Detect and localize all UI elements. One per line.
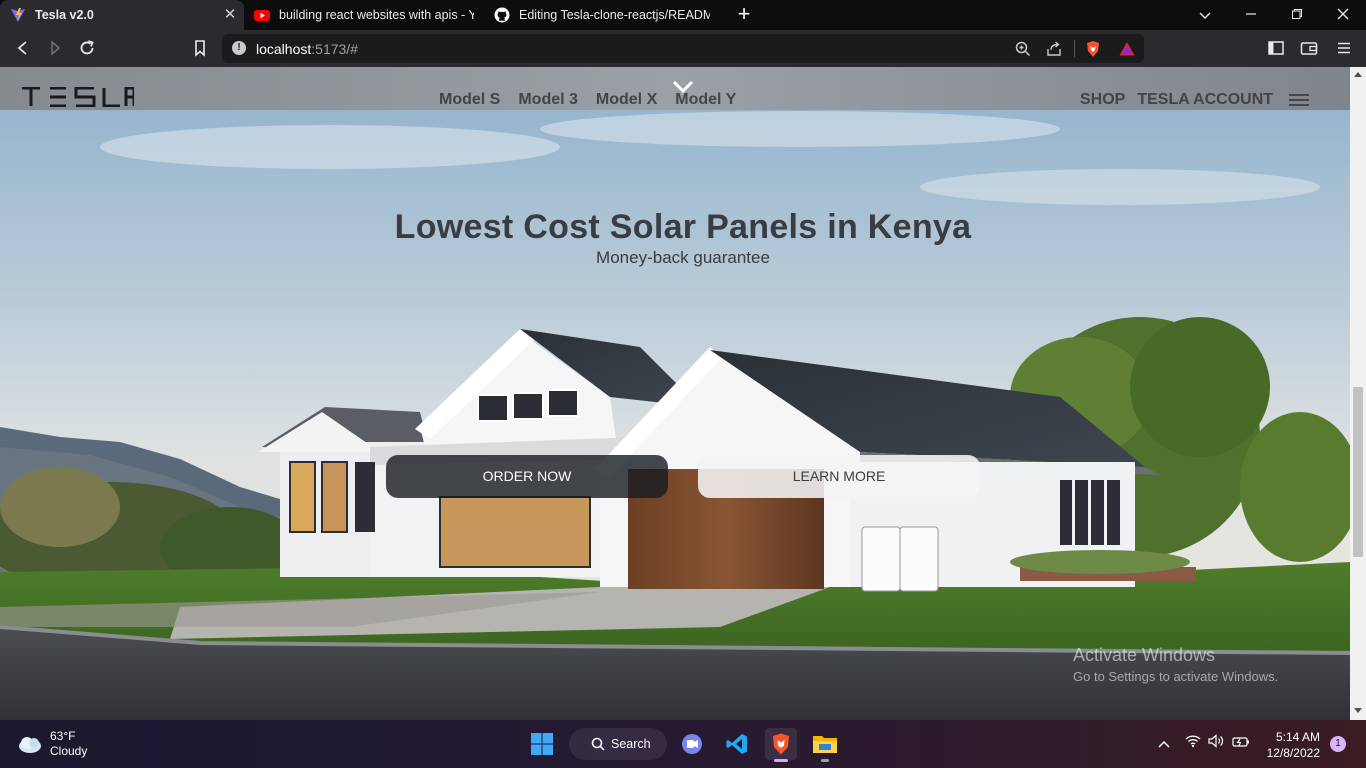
scroll-up-arrow[interactable] [1354,72,1362,77]
page-scrollbar[interactable] [1350,67,1366,720]
show-hidden-icons-button[interactable] [1155,734,1173,752]
brave-icon [773,733,789,755]
clock-time: 5:14 AM [1275,730,1320,744]
tab-title: Editing Tesla-clone-reactjs/README.md [519,8,710,22]
close-tab-icon[interactable]: ✕ [222,7,238,23]
learn-more-button[interactable]: LEARN MORE [698,455,980,498]
clock-date: 12/8/2022 [1266,746,1320,760]
folder-icon [813,736,837,753]
back-arrow-icon [17,41,27,55]
search-label: Search [611,737,651,751]
youtube-icon [254,10,270,21]
nav-model-s[interactable]: Model S [430,91,509,109]
hero-subtitle: Money-back guarantee [596,248,770,267]
open-app-indicator [821,759,829,762]
bookmark-icon [195,40,205,57]
wifi-icon [1185,735,1201,748]
tab-search-button[interactable] [1193,5,1217,25]
minimize-icon [1246,13,1256,15]
battery-charging-icon [1232,737,1249,747]
url-text: localhost:5173/# [256,41,358,57]
model-nav: Model S Model 3 Model X Model Y [430,91,745,109]
chat-icon [682,734,702,754]
wallet-button[interactable] [1298,37,1320,59]
nav-tesla-account[interactable]: TESLA ACCOUNT [1137,91,1279,109]
forward-arrow-icon [51,40,61,56]
weather-description: Cloudy [50,744,88,758]
weather-widget[interactable]: 63°F Cloudy [16,729,87,759]
cloud-icon [19,737,41,753]
windows-taskbar: 63°F Cloudy Search 5:14 AM 12/8/2022 1 [0,720,1366,768]
brave-rewards-icon[interactable] [1118,40,1136,58]
scroll-down-arrow[interactable] [1354,708,1362,713]
back-button[interactable] [12,37,34,59]
tesla-logo[interactable] [22,87,134,107]
close-icon [1337,8,1349,20]
active-app-indicator [774,759,788,762]
nav-shop[interactable]: SHOP [1080,91,1131,109]
taskbar-search[interactable]: Search [569,728,667,760]
minimize-button[interactable] [1239,5,1263,25]
volume-control[interactable] [1207,734,1225,752]
chevron-down-icon[interactable] [671,79,695,95]
site-header: Model S Model 3 Model X Model Y SHOP TES… [0,67,1350,110]
bookmark-button[interactable] [189,37,211,59]
windows-logo-icon [531,733,553,755]
wifi-status[interactable] [1184,734,1202,752]
teams-chat-app[interactable] [676,728,708,760]
hamburger-menu-icon [1338,42,1350,54]
brave-browser-app[interactable] [765,728,797,762]
nav-model-3[interactable]: Model 3 [509,91,587,109]
vscode-app[interactable] [721,728,753,760]
sidebar-button[interactable] [1265,37,1287,59]
site-info-icon[interactable]: ! [232,41,246,55]
watermark-subtitle: Go to Settings to activate Windows. [1073,669,1279,684]
close-window-button[interactable] [1331,5,1355,25]
battery-status[interactable] [1232,734,1250,752]
divider [1074,40,1075,57]
tab-strip: Tesla v2.0 ✕ building react websites wit… [0,0,1366,30]
brave-shields-icon[interactable] [1084,40,1102,58]
wallet-icon [1300,42,1318,55]
hero-background-image [0,67,1350,720]
nav-model-x[interactable]: Model X [587,91,666,109]
vscode-icon [726,734,747,754]
hero-title: Lowest Cost Solar Panels in Kenya [394,208,972,246]
speaker-icon [1208,734,1224,748]
share-icon[interactable] [1045,40,1063,58]
scroll-thumb[interactable] [1353,387,1363,557]
chevron-up-icon [1158,740,1170,748]
start-button[interactable] [526,728,558,760]
reload-icon [80,40,94,55]
weather-temperature: 63°F [50,729,76,743]
tab-youtube[interactable]: building react websites with apis - YouT… [244,0,484,30]
page-viewport: Model S Model 3 Model X Model Y SHOP TES… [0,67,1350,720]
github-icon [494,7,510,23]
restore-icon [1292,9,1302,19]
sidebar-icon [1268,41,1284,55]
tab-tesla[interactable]: Tesla v2.0 ✕ [0,0,244,30]
restore-button[interactable] [1285,5,1309,25]
order-now-button[interactable]: ORDER NOW [386,455,668,498]
reload-button[interactable] [76,37,98,59]
address-bar[interactable]: ! localhost:5173/# [222,34,1144,63]
activate-windows-watermark: Activate Windows Go to Settings to activ… [1073,645,1278,684]
chevron-down-icon [1199,12,1211,19]
zoom-icon[interactable] [1014,40,1032,58]
tab-title: building react websites with apis - YouT… [279,8,474,22]
browser-toolbar: ! localhost:5173/# [0,30,1366,67]
search-icon [591,737,605,751]
hamburger-menu-icon[interactable] [1289,93,1310,107]
system-clock[interactable]: 5:14 AM 12/8/2022 [1262,729,1320,761]
vite-icon [11,8,25,22]
file-explorer-app[interactable] [809,728,841,762]
notification-badge[interactable]: 1 [1330,736,1346,752]
watermark-title: Activate Windows [1073,645,1216,665]
account-nav: SHOP TESLA ACCOUNT [1080,91,1310,109]
tab-title: Tesla v2.0 [35,8,94,22]
forward-button[interactable] [44,37,66,59]
new-tab-button[interactable]: + [732,3,756,27]
tab-github[interactable]: Editing Tesla-clone-reactjs/README.md [484,0,720,30]
menu-button[interactable] [1333,37,1355,59]
